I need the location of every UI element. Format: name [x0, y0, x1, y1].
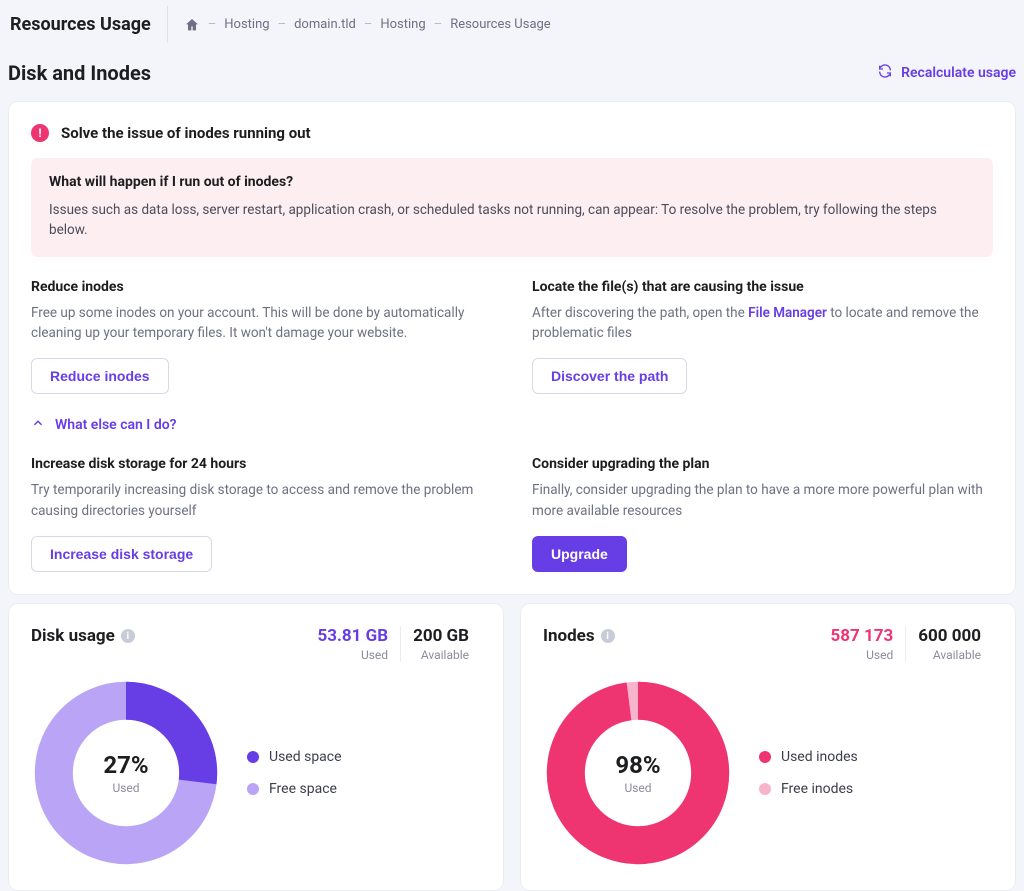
breadcrumb-sep: – [278, 17, 287, 32]
section-header: Disk and Inodes Recalculate usage [0, 43, 1024, 93]
breadcrumb-sep: – [434, 17, 443, 32]
locate-title: Locate the file(s) that are causing the … [532, 279, 993, 295]
disk-header: Disk usage i 53.81 GB Used 200 GB Availa… [31, 626, 481, 662]
inodes-header: Inodes i 587 173 Used 600 000 Available [543, 626, 993, 662]
discover-path-button[interactable]: Discover the path [532, 358, 687, 394]
reduce-block: Reduce inodes Free up some inodes on you… [31, 279, 492, 395]
inodes-pct: 98% [615, 751, 660, 779]
recalculate-button[interactable]: Recalculate usage [877, 63, 1016, 83]
alert-title: Solve the issue of inodes running out [61, 124, 311, 142]
upgrade-body: Finally, consider upgrading the plan to … [532, 480, 993, 522]
disk-avail-value: 200 GB [413, 626, 469, 646]
warning-answer: Issues such as data loss, server restart… [49, 200, 975, 241]
breadcrumb-item[interactable]: Hosting [224, 17, 269, 32]
legend-item-free: Free inodes [759, 781, 858, 797]
legend-dot-used [759, 751, 771, 763]
inodes-numbers: 587 173 Used 600 000 Available [819, 626, 994, 662]
stats-row: Disk usage i 53.81 GB Used 200 GB Availa… [0, 603, 1024, 891]
inodes-donut: 98% Used [543, 678, 733, 868]
recalculate-label: Recalculate usage [901, 65, 1016, 81]
alert-card: ! Solve the issue of inodes running out … [8, 101, 1016, 595]
disk-avail-label: Available [413, 648, 469, 662]
top-bar: Resources Usage – Hosting – domain.tld –… [0, 0, 1024, 43]
locate-block: Locate the file(s) that are causing the … [532, 279, 993, 395]
disk-used-label: Used [317, 648, 388, 662]
info-icon[interactable]: i [121, 629, 135, 643]
inodes-used-col: 587 173 Used [819, 626, 907, 662]
legend-item-used: Used inodes [759, 749, 858, 765]
home-icon[interactable] [184, 17, 200, 33]
disk-used-value: 53.81 GB [317, 626, 388, 646]
legend-dot-free [759, 783, 771, 795]
refresh-icon [877, 63, 893, 83]
increase-title: Increase disk storage for 24 hours [31, 456, 492, 472]
inodes-title-text: Inodes [543, 626, 595, 646]
what-else-toggle[interactable]: What else can I do? [31, 416, 993, 434]
locate-body: After discovering the path, open the Fil… [532, 303, 993, 345]
inodes-used-value: 587 173 [831, 626, 894, 646]
warning-question: What will happen if I run out of inodes? [49, 174, 975, 190]
upgrade-button[interactable]: Upgrade [532, 536, 627, 572]
expander-label: What else can I do? [55, 417, 177, 433]
reduce-body: Free up some inodes on your account. Thi… [31, 303, 492, 345]
disk-legend: Used space Free space [247, 749, 342, 797]
breadcrumb-sep: – [364, 17, 373, 32]
legend-item-used: Used space [247, 749, 342, 765]
inodes-avail-label: Available [918, 648, 981, 662]
breadcrumb-item[interactable]: Hosting [380, 17, 425, 32]
disk-title-text: Disk usage [31, 626, 115, 646]
section-title: Disk and Inodes [8, 61, 151, 85]
inodes-card: Inodes i 587 173 Used 600 000 Available [520, 603, 1016, 891]
reduce-inodes-button[interactable]: Reduce inodes [31, 358, 169, 394]
disk-numbers: 53.81 GB Used 200 GB Available [305, 626, 481, 662]
alert-header: ! Solve the issue of inodes running out [31, 124, 993, 142]
breadcrumb-sep: – [208, 17, 217, 32]
inodes-legend: Used inodes Free inodes [759, 749, 858, 797]
file-manager-link[interactable]: File Manager [748, 305, 827, 321]
actions-row-1: Reduce inodes Free up some inodes on you… [31, 279, 993, 395]
disk-pct-label: Used [112, 781, 139, 795]
disk-chart-wrap: 27% Used Used space Free space [31, 678, 481, 868]
inodes-used-label: Used [831, 648, 894, 662]
disk-title: Disk usage i [31, 626, 135, 646]
legend-dot-used [247, 751, 259, 763]
inodes-avail-col: 600 000 Available [906, 626, 993, 662]
warning-box: What will happen if I run out of inodes?… [31, 158, 993, 257]
info-icon[interactable]: i [601, 629, 615, 643]
actions-row-2: Increase disk storage for 24 hours Try t… [31, 456, 993, 572]
inodes-chart-wrap: 98% Used Used inodes Free inodes [543, 678, 993, 868]
chevron-up-icon [31, 416, 45, 434]
legend-dot-free [247, 783, 259, 795]
upgrade-block: Consider upgrading the plan Finally, con… [532, 456, 993, 572]
disk-card: Disk usage i 53.81 GB Used 200 GB Availa… [8, 603, 504, 891]
breadcrumb: – Hosting – domain.tld – Hosting – Resou… [184, 17, 551, 33]
disk-pct: 27% [103, 751, 148, 779]
breadcrumb-item[interactable]: Resources Usage [450, 17, 551, 32]
alert-icon: ! [31, 124, 49, 142]
breadcrumb-item[interactable]: domain.tld [294, 17, 356, 32]
legend-label-free: Free space [269, 781, 337, 797]
disk-used-col: 53.81 GB Used [305, 626, 401, 662]
locate-body-pre: After discovering the path, open the [532, 305, 748, 321]
upgrade-title: Consider upgrading the plan [532, 456, 993, 472]
disk-donut: 27% Used [31, 678, 221, 868]
legend-item-free: Free space [247, 781, 342, 797]
increase-storage-button[interactable]: Increase disk storage [31, 536, 212, 572]
inodes-pct-label: Used [624, 781, 651, 795]
legend-label-free: Free inodes [781, 781, 853, 797]
reduce-title: Reduce inodes [31, 279, 492, 295]
increase-body: Try temporarily increasing disk storage … [31, 480, 492, 522]
legend-label-used: Used space [269, 749, 342, 765]
inodes-title: Inodes i [543, 626, 615, 646]
inodes-avail-value: 600 000 [918, 626, 981, 646]
legend-label-used: Used inodes [781, 749, 858, 765]
increase-block: Increase disk storage for 24 hours Try t… [31, 456, 492, 572]
disk-avail-col: 200 GB Available [401, 626, 481, 662]
page-title: Resources Usage [8, 6, 168, 43]
